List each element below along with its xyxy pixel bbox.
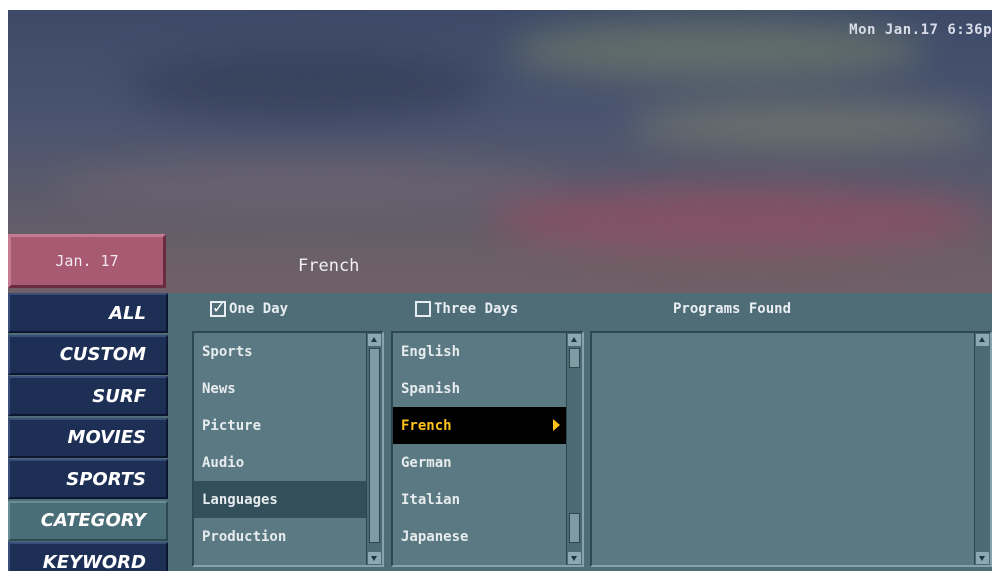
scroll-down-icon[interactable] (368, 552, 381, 564)
checkbox-icon (415, 301, 431, 317)
language-item-label: Spanish (401, 380, 461, 397)
category-items: Sports News Picture Audio Languages Productio… (194, 333, 382, 555)
programs-scrollbar[interactable] (974, 333, 990, 565)
tv-guide-screen: Mon Jan.17 6:36p Jan. 17 French ALL CUSTO… (8, 10, 992, 571)
scroll-thumb[interactable] (569, 513, 580, 543)
scroll-thumb[interactable] (369, 348, 380, 543)
language-item[interactable]: Spanish (393, 370, 566, 407)
date-button[interactable]: Jan. 17 (8, 234, 166, 288)
sidebar-button-all[interactable]: ALL (8, 293, 168, 333)
category-item[interactable]: Production (194, 518, 366, 555)
language-item-label: German (401, 454, 452, 471)
language-item[interactable]: German (393, 444, 566, 481)
scroll-up-icon[interactable] (368, 334, 381, 346)
sky-cloud (48, 160, 568, 210)
language-scrollbar[interactable] (566, 333, 582, 565)
one-day-label: One Day (229, 301, 289, 317)
scroll-down-icon[interactable] (568, 552, 581, 564)
category-item[interactable]: Audio (194, 444, 366, 481)
submenu-arrow-icon (553, 419, 560, 431)
scroll-up-icon[interactable] (568, 334, 581, 346)
sky-cloud (488, 185, 988, 255)
programs-found-title: Programs Found (673, 301, 792, 317)
category-item[interactable]: Picture (194, 407, 366, 444)
sidebar-nav: ALL CUSTOM SURF MOVIES SPORTS CATEGORY KEYWORD (8, 293, 168, 571)
sky-cloud (128, 50, 488, 120)
scroll-down-icon[interactable] (976, 552, 989, 564)
language-item[interactable]: English (393, 333, 566, 370)
language-item-label: English (401, 343, 461, 360)
language-item[interactable]: Italian (393, 481, 566, 518)
sky-cloud (628, 100, 988, 150)
category-item[interactable]: News (194, 370, 366, 407)
guide-panel: ALL CUSTOM SURF MOVIES SPORTS CATEGORY KEYWORD… (8, 293, 992, 571)
language-item-label: Italian (401, 491, 461, 508)
checkbox-icon (210, 298, 226, 317)
language-list[interactable]: English Spanish French German Italian Japanes… (391, 331, 584, 567)
three-days-checkbox[interactable]: Three Days (415, 301, 518, 317)
language-item[interactable]: Japanese (393, 518, 566, 555)
sidebar-button-keyword[interactable]: KEYWORD (8, 542, 168, 571)
sidebar-button-sports[interactable]: SPORTS (8, 459, 168, 499)
sidebar-button-surf[interactable]: SURF (8, 376, 168, 416)
three-days-label: Three Days (434, 301, 519, 317)
category-item[interactable]: Languages (194, 481, 366, 518)
language-item[interactable]: French (393, 407, 566, 444)
clock-display: Mon Jan.17 6:36p (849, 22, 992, 38)
language-item-label: Japanese (401, 528, 469, 545)
programs-list[interactable] (590, 331, 992, 567)
sidebar-button-custom[interactable]: CUSTOM (8, 334, 168, 375)
selected-category-title: French (298, 256, 360, 276)
category-item[interactable]: Sports (194, 333, 366, 370)
language-items: English Spanish French German Italian Japanes… (393, 333, 582, 555)
language-item-label: French (401, 417, 452, 434)
sidebar-button-movies[interactable]: MOVIES (8, 417, 168, 458)
category-scrollbar[interactable] (366, 333, 382, 565)
category-list[interactable]: Sports News Picture Audio Languages Productio… (192, 331, 384, 567)
sidebar-button-category[interactable]: CATEGORY (8, 500, 168, 541)
scroll-up-icon[interactable] (976, 334, 989, 346)
one-day-checkbox[interactable]: One Day (210, 298, 289, 317)
scroll-thumb[interactable] (569, 348, 580, 368)
